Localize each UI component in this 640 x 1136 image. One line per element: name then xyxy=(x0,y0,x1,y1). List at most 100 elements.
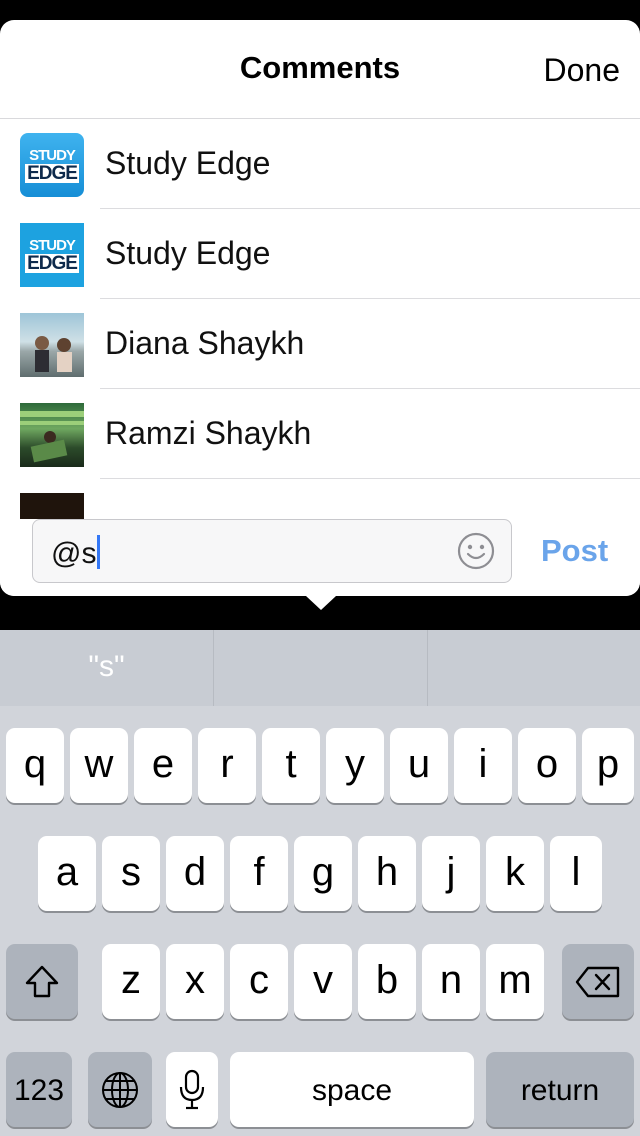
key-label: c xyxy=(249,958,269,1002)
globe-icon xyxy=(102,1072,138,1108)
space-key[interactable]: space xyxy=(230,1052,474,1127)
key-t[interactable]: t xyxy=(262,728,320,803)
key-i[interactable]: i xyxy=(454,728,512,803)
key-label: space xyxy=(311,1074,393,1107)
key-label: r xyxy=(220,742,234,786)
key-label: e xyxy=(151,742,175,786)
key-a[interactable]: a xyxy=(38,836,96,911)
profile-photo xyxy=(35,336,72,372)
key-p[interactable]: p xyxy=(582,728,634,803)
avatar: STUDY EDGE xyxy=(20,223,84,287)
mention-suggestions: STUDY EDGE Study Edge STUDY EDGE Study E… xyxy=(0,119,640,519)
key-label: t xyxy=(285,742,297,786)
globe-key[interactable] xyxy=(88,1052,152,1127)
prediction-text: "s" xyxy=(88,650,125,683)
key-y[interactable]: y xyxy=(326,728,384,803)
prediction-bar: "s" xyxy=(0,630,640,706)
key-n[interactable]: n xyxy=(422,944,480,1019)
dictation-key[interactable] xyxy=(166,1052,218,1127)
suggestion-name: Diana Shaykh xyxy=(105,325,305,361)
logo-line1: STUDY xyxy=(29,236,76,254)
key-label: j xyxy=(446,850,456,894)
return-key[interactable]: return xyxy=(486,1052,634,1127)
delete-key[interactable] xyxy=(562,944,634,1019)
suggestion-name: Ramzi Shaykh xyxy=(105,415,312,451)
key-label: b xyxy=(375,958,399,1002)
comment-bar: @s Post xyxy=(0,519,640,596)
key-f[interactable]: f xyxy=(230,836,288,911)
prediction-item[interactable] xyxy=(214,630,427,706)
study-edge-logo: STUDY EDGE xyxy=(20,223,84,287)
key-label: p xyxy=(596,742,620,786)
key-label: f xyxy=(253,850,265,894)
key-label: a xyxy=(55,850,79,894)
key-r[interactable]: r xyxy=(198,728,256,803)
key-label: u xyxy=(407,742,431,786)
list-item[interactable]: Ramzi Shaykh xyxy=(0,389,640,479)
keyboard: "s" q w e r t y u i o p a s d f g h j k … xyxy=(0,630,640,1136)
key-label: z xyxy=(121,958,141,1002)
profile-photo xyxy=(20,411,84,463)
key-h[interactable]: h xyxy=(358,836,416,911)
list-item[interactable]: STUDY EDGE Study Edge xyxy=(0,119,640,209)
key-d[interactable]: d xyxy=(166,836,224,911)
avatar: STUDY EDGE xyxy=(20,133,84,197)
key-m[interactable]: m xyxy=(486,944,544,1019)
key-label: x xyxy=(185,958,205,1002)
comment-input[interactable]: @s xyxy=(32,519,512,583)
done-button[interactable]: Done xyxy=(544,52,621,89)
header: Comments Done xyxy=(0,20,640,119)
key-label: v xyxy=(313,958,333,1002)
key-label: m xyxy=(498,958,532,1002)
text-caret xyxy=(97,535,101,569)
shift-key[interactable] xyxy=(6,944,78,1019)
key-label: h xyxy=(375,850,399,894)
key-g[interactable]: g xyxy=(294,836,352,911)
comments-sheet: Comments Done STUDY EDGE Study Edge STUD… xyxy=(0,20,640,596)
key-z[interactable]: z xyxy=(102,944,160,1019)
key-j[interactable]: j xyxy=(422,836,480,911)
list-item[interactable]: STUDY EDGE Study Edge xyxy=(0,209,640,299)
avatar xyxy=(20,403,84,467)
microphone-icon xyxy=(179,1069,205,1110)
suggestion-name: Study Edge xyxy=(105,235,271,271)
key-u[interactable]: u xyxy=(390,728,448,803)
comment-input-value: @s xyxy=(51,535,101,571)
suggestion-name: Study Edge xyxy=(105,145,271,181)
key-w[interactable]: w xyxy=(70,728,128,803)
key-label: d xyxy=(183,850,207,894)
key-v[interactable]: v xyxy=(294,944,352,1019)
key-b[interactable]: b xyxy=(358,944,416,1019)
key-label: y xyxy=(345,742,365,786)
list-item[interactable]: Diana Shaykh xyxy=(0,299,640,389)
key-e[interactable]: e xyxy=(134,728,192,803)
key-l[interactable]: l xyxy=(550,836,602,911)
key-label: return xyxy=(520,1074,600,1107)
key-label: s xyxy=(121,850,141,894)
shift-icon xyxy=(25,965,59,998)
key-label: i xyxy=(478,742,488,786)
numbers-key[interactable]: 123 xyxy=(6,1052,72,1127)
key-s[interactable]: s xyxy=(102,836,160,911)
key-label: g xyxy=(311,850,335,894)
key-label: o xyxy=(535,742,559,786)
list-item[interactable] xyxy=(0,479,640,519)
key-label: k xyxy=(505,850,525,894)
logo-line2: EDGE xyxy=(25,252,79,274)
key-label: w xyxy=(84,742,114,786)
emoji-icon[interactable] xyxy=(457,532,495,570)
avatar xyxy=(20,493,84,519)
key-c[interactable]: c xyxy=(230,944,288,1019)
key-label: l xyxy=(571,850,581,894)
key-label: q xyxy=(23,742,47,786)
popover-arrow xyxy=(306,596,336,610)
key-x[interactable]: x xyxy=(166,944,224,1019)
key-o[interactable]: o xyxy=(518,728,576,803)
post-button[interactable]: Post xyxy=(541,533,608,569)
key-label: 123 xyxy=(13,1074,65,1107)
logo-line1: STUDY xyxy=(29,146,76,164)
key-k[interactable]: k xyxy=(486,836,544,911)
prediction-item[interactable]: "s" xyxy=(0,630,213,706)
key-q[interactable]: q xyxy=(6,728,64,803)
prediction-item[interactable] xyxy=(428,630,640,706)
